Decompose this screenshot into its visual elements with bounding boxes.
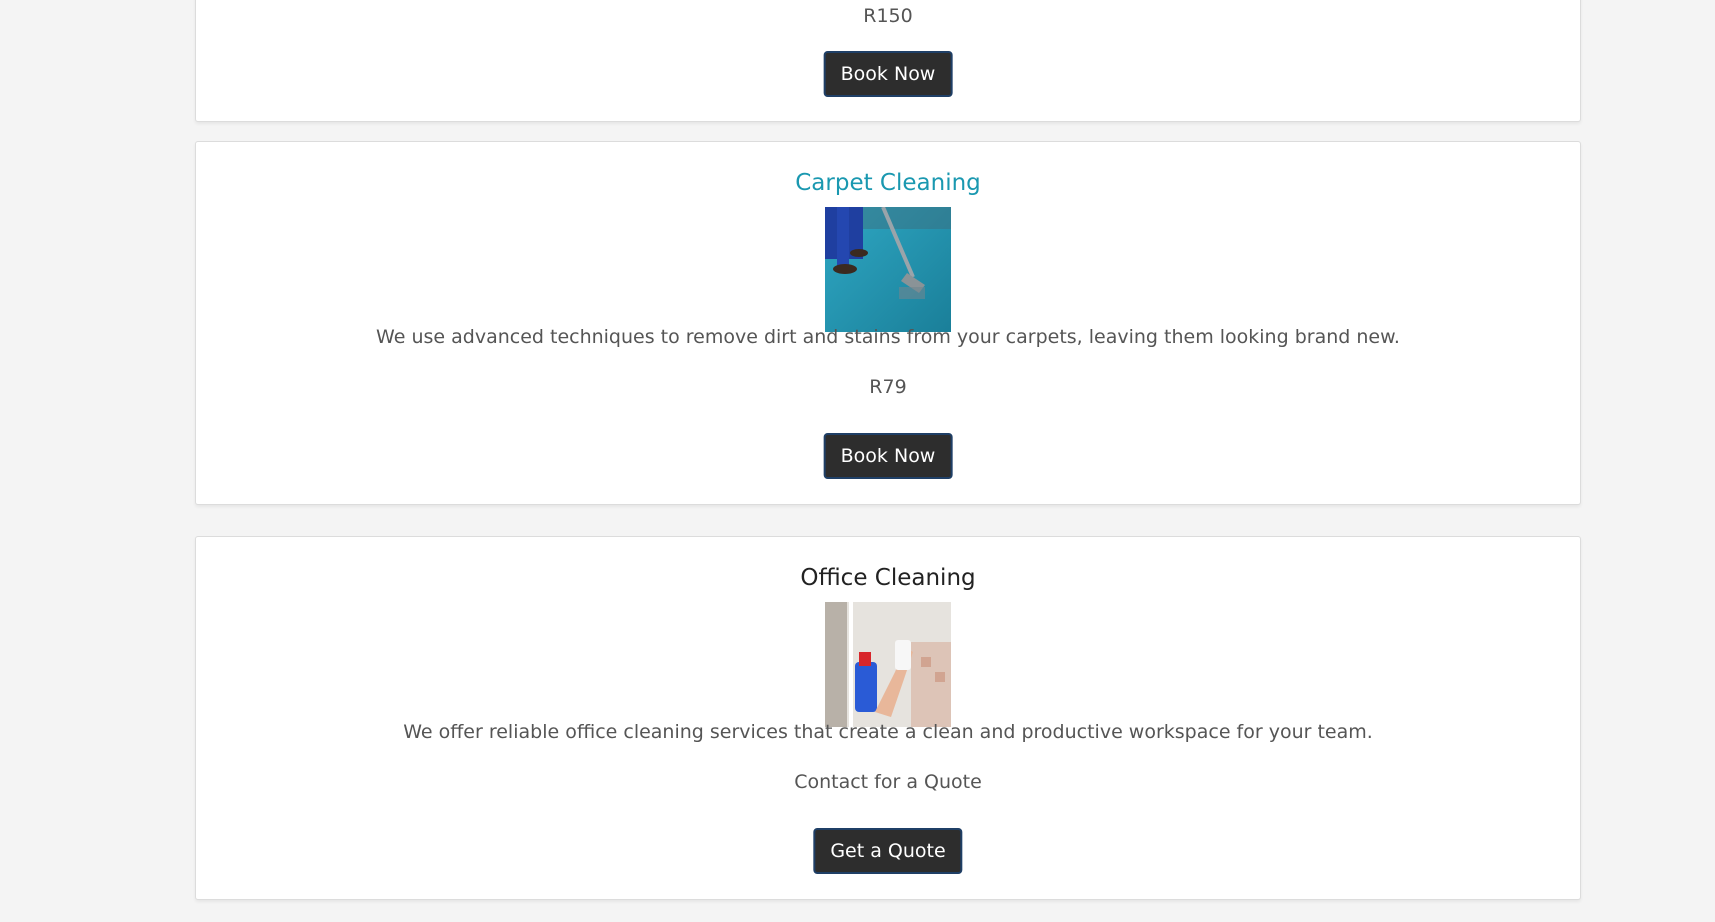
office-cleaning-photo: [825, 602, 951, 727]
get-a-quote-button[interactable]: Get a Quote: [813, 828, 963, 874]
book-now-button[interactable]: Book Now: [823, 433, 953, 479]
book-now-button[interactable]: Book Now: [823, 51, 953, 97]
service-card-office-cleaning: Office Cleaning We offer reliable office…: [195, 536, 1581, 900]
service-title[interactable]: Carpet Cleaning: [196, 168, 1580, 198]
service-description: We use advanced techniques to remove dir…: [376, 326, 1400, 348]
service-price: R150: [863, 5, 913, 27]
office-cleaning-image: [825, 602, 951, 727]
carpet-cleaning-image: [825, 207, 951, 332]
service-card-carpet-cleaning: Carpet Cleaning We use advanced techniqu…: [195, 141, 1581, 505]
service-card-previous: R150 Book Now: [195, 0, 1581, 122]
carpet-cleaning-photo: [825, 207, 951, 332]
service-price: R79: [869, 376, 907, 398]
service-description: We offer reliable office cleaning servic…: [403, 721, 1373, 743]
service-title: Office Cleaning: [800, 565, 976, 591]
service-price: Contact for a Quote: [794, 771, 982, 793]
